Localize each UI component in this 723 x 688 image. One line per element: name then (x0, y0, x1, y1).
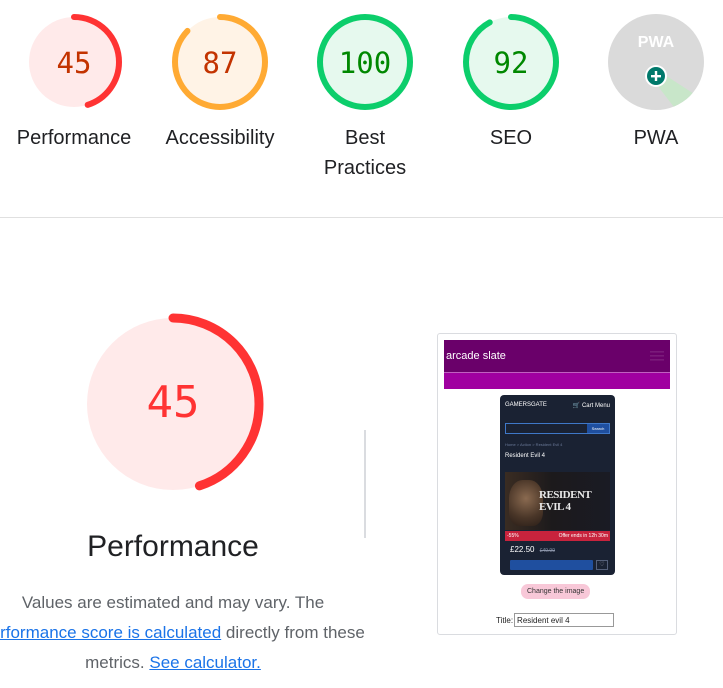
store-logo: GAMERSGATE (505, 402, 547, 408)
main-gauge-ring: 45 (82, 313, 264, 495)
final-screenshot[interactable]: arcade slate GAMERSGATE 🛒 Cart Menu Sear… (437, 333, 677, 635)
vertical-separator (364, 430, 366, 538)
sale-bar: -55% Offer ends in 12h 30m (505, 531, 610, 541)
cover-character (509, 480, 543, 526)
offer-note: Offer ends in 12h 30m (558, 533, 608, 539)
see-calculator-link[interactable]: See calculator. (149, 653, 261, 672)
performance-score: 45 (57, 46, 92, 80)
buy-row: ♡ (510, 560, 608, 570)
embedded-product-screenshot: GAMERSGATE 🛒 Cart Menu Search Home > Act… (500, 395, 615, 575)
gauge-pwa[interactable]: PWA PWA (591, 13, 721, 153)
seo-score: 92 (494, 46, 529, 80)
store-search-button: Search (587, 424, 609, 433)
main-performance-title: Performance (87, 530, 259, 563)
store-breadcrumb: Home > Action > Resident Evil 4 (505, 442, 563, 447)
title-form-row: Title: Resident evil 4 (496, 613, 615, 627)
gauge-accessibility[interactable]: 87 Accessibility (155, 13, 285, 153)
pwa-badge: PWA (608, 14, 704, 110)
hamburger-menu-icon (650, 351, 664, 361)
cart-icon: 🛒 (572, 402, 581, 409)
store-product-title: Resident Evil 4 (505, 453, 546, 459)
main-performance-score: 45 (147, 377, 200, 428)
pwa-badge-text: PWA (638, 34, 675, 51)
accessibility-gauge-ring: 87 (172, 14, 268, 110)
seo-gauge-ring: 92 (463, 14, 559, 110)
store-topbar: GAMERSGATE 🛒 Cart Menu (500, 395, 615, 415)
main-performance-gauge[interactable]: 45 (82, 313, 264, 500)
gauge-seo[interactable]: 92 SEO (446, 13, 576, 153)
best-practices-label: Best Practices (300, 123, 430, 183)
best-practices-gauge-ring: 100 (317, 14, 413, 110)
accessibility-score: 87 (203, 46, 238, 80)
gauge-best-practices[interactable]: 100 Best Practices (300, 13, 430, 183)
old-price: £49.99 (539, 548, 555, 554)
store-topbar-actions: 🛒 Cart Menu (573, 402, 610, 409)
performance-gauge-ring: 45 (26, 14, 122, 110)
current-price: £22.50 (510, 545, 535, 554)
site-header: arcade slate (444, 340, 670, 372)
seo-label: SEO (489, 127, 533, 149)
discount-badge: -55% (507, 533, 519, 539)
menu-label: Menu (594, 402, 610, 409)
title-field: Resident evil 4 (514, 613, 615, 627)
performance-label: Performance (16, 127, 132, 149)
cart-label: Cart (581, 402, 594, 409)
change-image-button: Change the image (521, 584, 591, 599)
section-divider (0, 217, 723, 218)
store-search-input (506, 424, 587, 433)
site-nav-strip (444, 372, 670, 389)
gauge-performance[interactable]: 45 Performance (9, 13, 139, 153)
cover-title: RESIDENT EVIL 4 (539, 489, 592, 513)
site-title: arcade slate (446, 350, 506, 362)
best-practices-score: 100 (339, 46, 391, 80)
note-text-3: metrics. (85, 653, 145, 672)
pwa-label: PWA (633, 127, 679, 149)
store-search: Search (505, 423, 610, 434)
product-price: £22.50 £49.99 (510, 545, 555, 554)
best-practices-label-line2: Practices (323, 157, 407, 179)
score-calculation-link[interactable]: performance score is calculated (0, 623, 221, 642)
performance-note: Values are estimated and may vary. The p… (0, 588, 366, 678)
note-text-2: directly from these (225, 623, 365, 642)
best-practices-label-line1: Best (344, 127, 386, 149)
title-field-label: Title: (496, 615, 514, 625)
pwa-plus-icon (645, 65, 667, 87)
note-text-1: Values are estimated and may vary. The (21, 593, 325, 612)
wishlist-heart-icon: ♡ (596, 560, 608, 570)
accessibility-label: Accessibility (165, 127, 275, 149)
add-to-cart-button (510, 560, 593, 570)
game-cover-image: RESIDENT EVIL 4 (505, 472, 610, 530)
